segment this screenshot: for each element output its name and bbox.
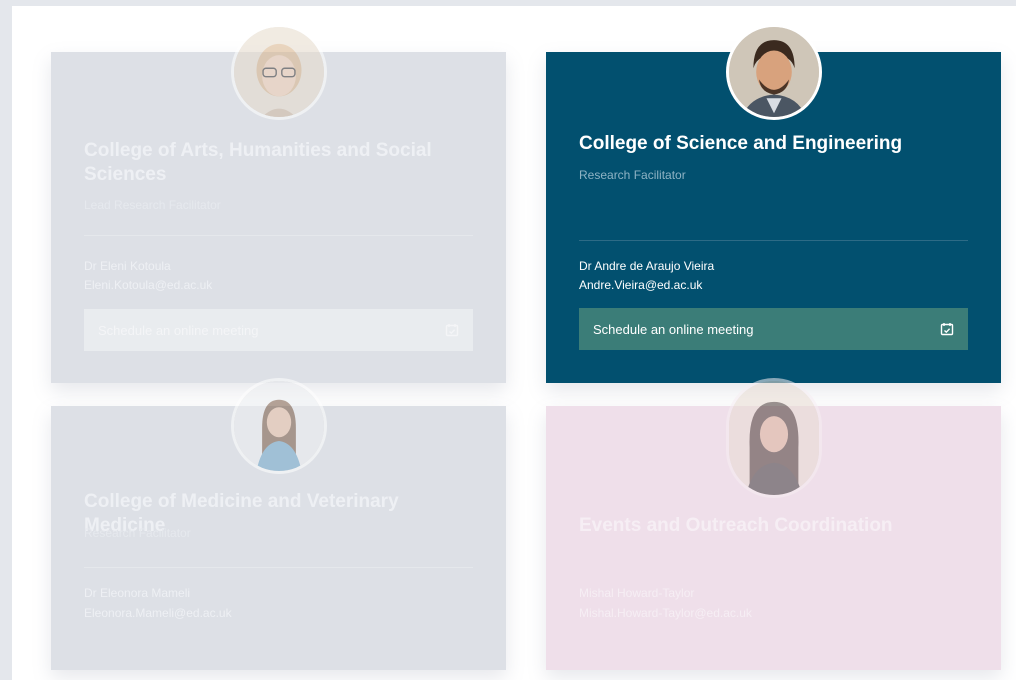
card-divider bbox=[579, 240, 968, 241]
contact-email[interactable]: Andre.Vieira@ed.ac.uk bbox=[579, 278, 702, 292]
coordinator-card-events: Events and Outreach Coordination Mishal … bbox=[546, 378, 1001, 670]
facilitator-card-science: College of Science and Engineering Resea… bbox=[546, 24, 1001, 383]
avatar-mishal-howard-taylor bbox=[725, 378, 822, 498]
avatar-eleni-kotoula bbox=[230, 24, 327, 120]
contact-email[interactable]: Eleonora.Mameli@ed.ac.uk bbox=[84, 606, 232, 620]
contact-name: Dr Eleonora Mameli bbox=[84, 586, 191, 600]
card-role: Research Facilitator bbox=[84, 526, 191, 540]
calendar-check-icon bbox=[940, 323, 954, 336]
card-title: Events and Outreach Coordination bbox=[579, 515, 893, 536]
facilitator-card-medicine: College of Medicine and Veterinary Medic… bbox=[51, 378, 506, 670]
card-divider bbox=[84, 235, 473, 236]
schedule-meeting-button[interactable]: Schedule an online meeting bbox=[84, 309, 473, 351]
contact-name: Mishal Howard-Taylor bbox=[579, 586, 695, 600]
avatar-andre-vieira bbox=[725, 24, 822, 120]
contact-name: Dr Andre de Araujo Vieira bbox=[579, 259, 715, 273]
card-role: Lead Research Facilitator bbox=[84, 198, 221, 212]
avatar-eleonora-mameli bbox=[230, 378, 327, 474]
contact-email[interactable]: Mishal.Howard-Taylor@ed.ac.uk bbox=[579, 606, 752, 620]
card-divider bbox=[84, 567, 473, 568]
card-role: Research Facilitator bbox=[579, 168, 686, 182]
card-title: College of Arts, Humanities and Social S… bbox=[84, 140, 432, 185]
contact-email[interactable]: Eleni.Kotoula@ed.ac.uk bbox=[84, 278, 212, 292]
schedule-meeting-label: Schedule an online meeting bbox=[593, 321, 754, 337]
schedule-meeting-button[interactable]: Schedule an online meeting bbox=[579, 308, 968, 350]
facilitator-card-arts: College of Arts, Humanities and Social S… bbox=[51, 24, 506, 383]
calendar-check-icon bbox=[445, 324, 459, 337]
schedule-meeting-label: Schedule an online meeting bbox=[98, 322, 259, 338]
card-title: College of Science and Engineering bbox=[579, 133, 903, 154]
contact-name: Dr Eleni Kotoula bbox=[84, 259, 171, 273]
